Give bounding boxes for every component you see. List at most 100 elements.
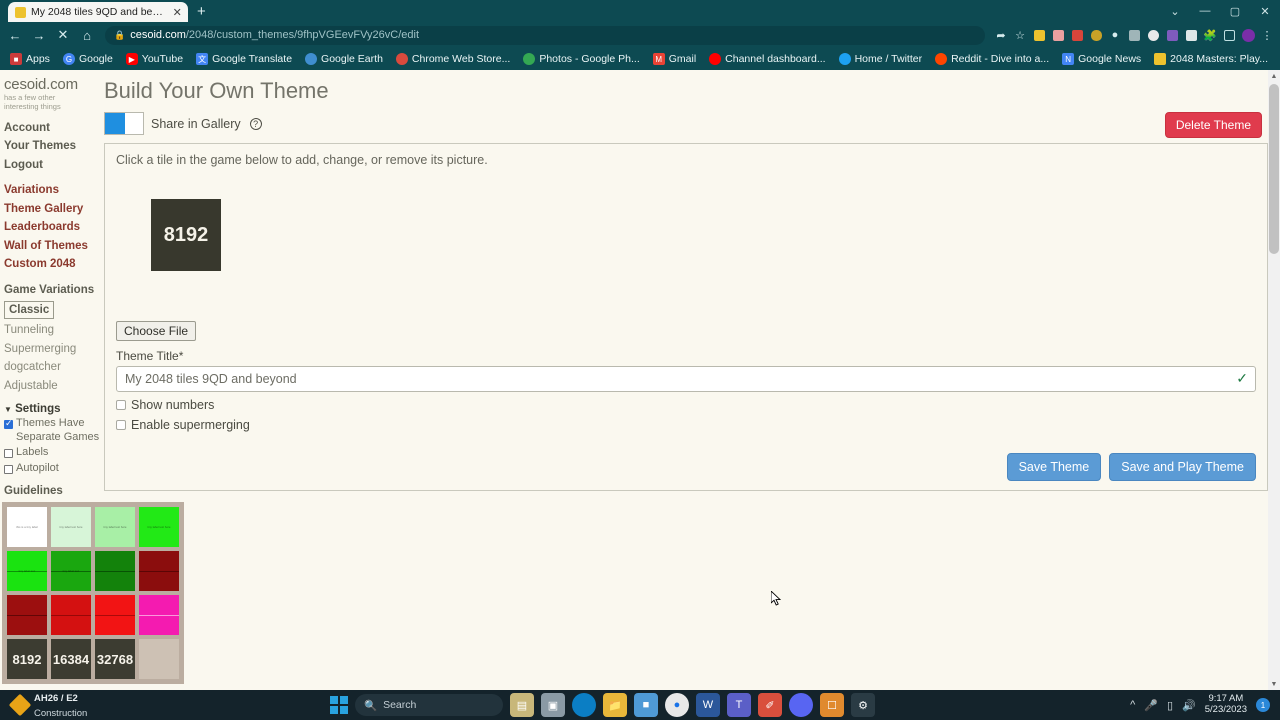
- scrollbar-thumb[interactable]: [1269, 84, 1279, 254]
- taskbar-search[interactable]: 🔍 Search: [355, 694, 503, 716]
- board-tile[interactable]: [139, 595, 179, 635]
- help-icon[interactable]: ?: [249, 117, 262, 130]
- bookmark-item[interactable]: ■ Apps: [5, 50, 55, 68]
- bookmark-item[interactable]: Chrome Web Store...: [391, 50, 515, 68]
- checkbox-icon[interactable]: [4, 449, 13, 459]
- forward-icon[interactable]: →: [28, 24, 50, 46]
- enable-supermerging-row[interactable]: Enable supermerging: [116, 418, 1256, 432]
- panda-icon[interactable]: [1144, 26, 1162, 44]
- checkbox-icon[interactable]: [4, 418, 13, 430]
- board-tile[interactable]: [95, 551, 135, 591]
- taskbar-left-widget[interactable]: AH26 / E2 Construction: [0, 690, 330, 720]
- robot-icon[interactable]: [1163, 26, 1181, 44]
- new-tab-button[interactable]: +: [197, 3, 206, 20]
- bookmark-item[interactable]: Photos - Google Ph...: [518, 50, 644, 68]
- home-icon[interactable]: ⌂: [76, 24, 98, 46]
- bookmark-item[interactable]: 2048: [1276, 50, 1280, 68]
- grid-icon[interactable]: [1182, 26, 1200, 44]
- minimize-button[interactable]: —: [1190, 0, 1220, 22]
- selected-tile-preview[interactable]: 8192: [151, 199, 221, 271]
- maximize-button[interactable]: ▢: [1220, 0, 1250, 22]
- sidebar-item-leaderboards[interactable]: Leaderboards: [4, 218, 100, 237]
- folder-icon[interactable]: 📁: [603, 693, 627, 717]
- sidebar-item-wall-of-themes[interactable]: Wall of Themes: [4, 237, 100, 256]
- theme-title-input[interactable]: [116, 366, 1256, 392]
- board-tile[interactable]: tiny label text: [51, 551, 91, 591]
- scroll-up-arrow-icon[interactable]: ▲: [1268, 70, 1280, 82]
- sidebar-item-variations[interactable]: Variations: [4, 181, 100, 200]
- variation-dogcatcher[interactable]: dogcatcher: [4, 358, 100, 377]
- setting-themes-have-separate-games[interactable]: Themes Have Separate Games: [4, 417, 100, 444]
- highlighter-icon[interactable]: [1087, 26, 1105, 44]
- game-board[interactable]: this is a tiny label tiny label text here…: [2, 502, 184, 684]
- board-tile[interactable]: [95, 595, 135, 635]
- setting-labels[interactable]: Labels: [4, 446, 100, 460]
- close-window-button[interactable]: ✕: [1250, 0, 1280, 22]
- bookmark-item[interactable]: Channel dashboard...: [704, 50, 830, 68]
- bookmark-item[interactable]: 文 Google Translate: [191, 50, 297, 68]
- cast-icon[interactable]: [1220, 26, 1238, 44]
- stop-icon[interactable]: ✕: [52, 24, 74, 46]
- scroll-down-arrow-icon[interactable]: ▼: [1268, 678, 1280, 690]
- extension-yellow-icon[interactable]: [1030, 26, 1048, 44]
- back-icon[interactable]: ←: [4, 24, 26, 46]
- word-icon[interactable]: W: [696, 693, 720, 717]
- save-and-play-theme-button[interactable]: Save and Play Theme: [1109, 453, 1256, 481]
- share-in-gallery-toggle[interactable]: [104, 112, 144, 135]
- setting-autopilot[interactable]: Autopilot: [4, 462, 100, 476]
- variation-classic[interactable]: Classic: [4, 301, 55, 320]
- teams-icon[interactable]: T: [727, 693, 751, 717]
- extension-red-icon[interactable]: [1068, 26, 1086, 44]
- board-tile[interactable]: 16384: [51, 639, 91, 679]
- sidebar-item-account[interactable]: Account: [4, 119, 100, 138]
- vm-icon[interactable]: ☐: [820, 693, 844, 717]
- start-button-icon[interactable]: [330, 696, 348, 714]
- board-tile[interactable]: tiny label text here: [51, 507, 91, 547]
- board-tile[interactable]: [139, 551, 179, 591]
- sidebar-item-guidelines[interactable]: Guidelines: [4, 482, 100, 501]
- paint-icon[interactable]: ✐: [758, 693, 782, 717]
- board-tile[interactable]: tiny label text here: [139, 507, 179, 547]
- bookmark-item[interactable]: N Google News: [1057, 50, 1146, 68]
- microphone-icon[interactable]: 🎤: [1144, 699, 1158, 712]
- discord-icon[interactable]: [789, 693, 813, 717]
- edge-icon[interactable]: [572, 693, 596, 717]
- file-explorer-icon[interactable]: ▣: [541, 693, 565, 717]
- volume-icon[interactable]: 🔊: [1182, 699, 1196, 712]
- photos-icon[interactable]: ■: [634, 693, 658, 717]
- delete-theme-button[interactable]: Delete Theme: [1164, 112, 1262, 138]
- bookmark-item[interactable]: M Gmail: [648, 50, 701, 68]
- chevron-down-icon[interactable]: ⌄: [1160, 0, 1190, 22]
- profile-avatar[interactable]: [1239, 26, 1257, 44]
- variation-tunneling[interactable]: Tunneling: [4, 321, 100, 340]
- checkbox-icon[interactable]: [116, 400, 126, 410]
- window-icon[interactable]: [1125, 26, 1143, 44]
- checkbox-icon[interactable]: [4, 464, 13, 474]
- board-tile[interactable]: this is a tiny label: [7, 507, 47, 547]
- extension-colors-icon[interactable]: [1049, 26, 1067, 44]
- taskbar-clock[interactable]: 9:17 AM 5/23/2023: [1205, 694, 1247, 715]
- tab-close-icon[interactable]: ✕: [171, 6, 183, 19]
- board-tile[interactable]: tiny label text: [7, 551, 47, 591]
- bookmark-item[interactable]: 2048 Masters: Play...: [1149, 50, 1273, 68]
- board-tile[interactable]: [7, 595, 47, 635]
- notification-badge[interactable]: 1: [1256, 698, 1270, 712]
- bookmark-star-icon[interactable]: ☆: [1011, 26, 1029, 44]
- eye-icon[interactable]: ●: [1106, 26, 1124, 44]
- bookmark-item[interactable]: Reddit - Dive into a...: [930, 50, 1054, 68]
- choose-file-button[interactable]: Choose File: [116, 321, 197, 341]
- page-scrollbar[interactable]: ▲ ▼: [1268, 70, 1280, 690]
- chrome-icon[interactable]: ●: [665, 693, 689, 717]
- settings-section-header[interactable]: ▼ Settings: [4, 403, 100, 415]
- share-icon[interactable]: ➦: [992, 26, 1010, 44]
- tray-chevron-icon[interactable]: ^: [1130, 699, 1135, 711]
- board-tile[interactable]: 8192: [7, 639, 47, 679]
- sidebar-item-logout[interactable]: Logout: [4, 156, 100, 175]
- variation-adjustable[interactable]: Adjustable: [4, 377, 100, 396]
- board-tile[interactable]: tiny label text here: [95, 507, 135, 547]
- show-numbers-row[interactable]: Show numbers: [116, 398, 1256, 412]
- sidebar-item-your-themes[interactable]: Your Themes: [4, 137, 100, 156]
- save-theme-button[interactable]: Save Theme: [1006, 453, 1102, 481]
- puzzle-icon[interactable]: 🧩: [1201, 26, 1219, 44]
- board-tile[interactable]: [51, 595, 91, 635]
